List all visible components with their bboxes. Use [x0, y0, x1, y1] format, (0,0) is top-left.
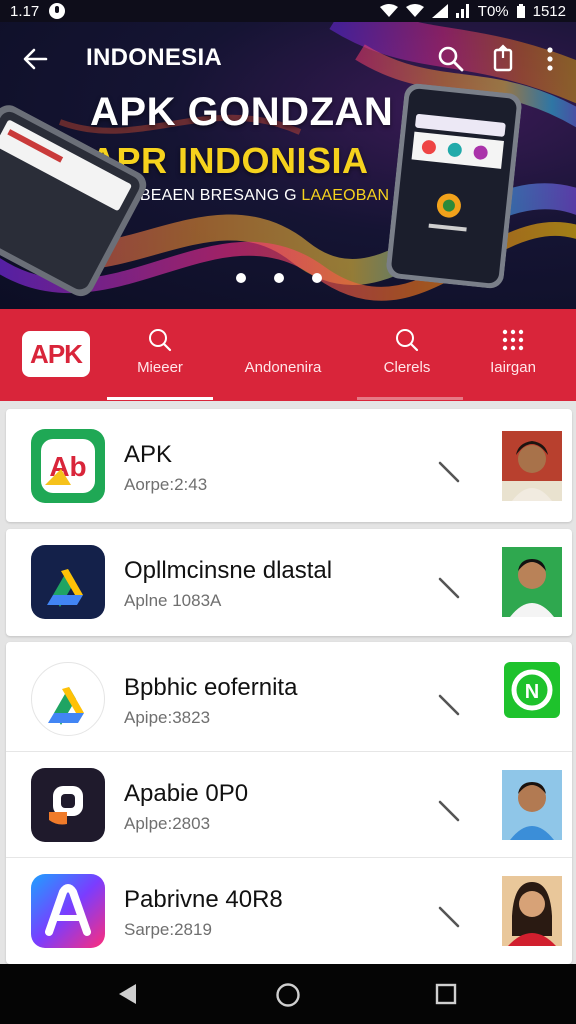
app-name: Apabie 0P0 [124, 780, 249, 807]
grid-icon [502, 329, 524, 351]
slash-icon[interactable] [436, 459, 462, 485]
carousel-dot[interactable] [312, 273, 322, 283]
app-card: Bpbhic eofernita Apipe:3823 N Apabie 0P0… [6, 642, 572, 964]
back-arrow-icon[interactable] [20, 44, 50, 74]
search-icon [396, 329, 419, 352]
tab-andonenira[interactable]: Andonenira [228, 327, 338, 389]
app-card: Ab APK Aorpe:2:43 [6, 409, 572, 522]
list-item[interactable]: Apabie 0P0 Aplpe:2803 [6, 748, 572, 858]
tab-label: Iairgan [490, 359, 536, 376]
gradient-a-icon [31, 874, 105, 948]
drive-white-icon [31, 662, 105, 736]
green-logo: N [502, 658, 562, 728]
slash-icon[interactable] [436, 692, 462, 718]
tagline-accent: LAAEOBAN [301, 187, 390, 204]
status-clock: 1512 [532, 2, 566, 20]
list-item[interactable]: Bpbhic eofernita Apipe:3823 N [6, 642, 572, 752]
active-tab-indicator [107, 397, 213, 400]
app-subtitle: Aplpe:2803 [124, 814, 211, 833]
carousel-dot[interactable] [236, 273, 246, 283]
list-item[interactable]: Ab APK Aorpe:2:43 [6, 409, 572, 519]
status-time: 1.17 [10, 2, 40, 20]
system-nav-bar [0, 964, 576, 1024]
person-photo [502, 547, 562, 617]
dark-orange-icon [31, 768, 105, 842]
app-list: Ab APK Aorpe:2:43 Opllmcinsne dlastal Ap… [0, 401, 576, 964]
app-subtitle: Aplne 1083A [124, 591, 222, 610]
list-item[interactable]: Pabrivne 40R8 Sarpe:2819 [6, 854, 572, 964]
tab-iairgan[interactable]: Iairgan [458, 327, 568, 389]
slash-icon[interactable] [436, 575, 462, 601]
share-icon[interactable] [490, 44, 516, 74]
apk-logo: APK [22, 331, 90, 377]
secondary-tab-indicator [357, 397, 463, 400]
search-icon[interactable] [436, 44, 466, 74]
tab-label: Mieeer [137, 359, 183, 376]
signal-icon [431, 4, 448, 18]
svg-text:N: N [525, 681, 539, 703]
hero-banner[interactable]: INDONESIA APK GONDZAN APR INDONISIA PHOO… [0, 22, 576, 309]
search-icon [149, 329, 172, 352]
carousel-dot[interactable] [274, 273, 284, 283]
slash-icon[interactable] [436, 904, 462, 930]
page-title: INDONESIA [86, 44, 223, 71]
apk-red-icon: Ab [31, 429, 105, 503]
drive-dark-icon [31, 545, 105, 619]
nav-back-icon[interactable] [116, 982, 138, 1006]
app-card: Opllmcinsne dlastal Aplne 1083A [6, 529, 572, 636]
app-name: APK [124, 441, 173, 468]
tab-label: Andonenira [244, 359, 322, 376]
wifi-icon [379, 4, 398, 17]
nav-recents-icon[interactable] [435, 983, 457, 1005]
person-photo [502, 431, 562, 501]
headline-primary: APK GONDZAN [90, 90, 394, 134]
tab-mieeer[interactable]: Mieeer [105, 327, 215, 389]
carousel-indicator [236, 273, 322, 283]
app-subtitle: Apipe:3823 [124, 708, 211, 727]
tab-label: Clerels [383, 359, 431, 376]
person-photo [502, 876, 562, 946]
wifi-icon-2 [405, 4, 424, 17]
more-vert-icon[interactable] [540, 44, 560, 74]
app-subtitle: Aorpe:2:43 [124, 475, 208, 494]
signal-bars-icon [455, 4, 469, 18]
nav-home-icon[interactable] [275, 982, 301, 1008]
slash-icon[interactable] [436, 798, 462, 824]
person-photo [502, 770, 562, 840]
phone-illustration-right [386, 83, 522, 289]
app-name: Bpbhic eofernita [124, 674, 298, 701]
category-tabs: APK Mieeer Andonenira Clerels Iairgan [0, 309, 576, 401]
app-subtitle: Sarpe:2819 [124, 920, 212, 939]
notification-icon [49, 3, 66, 19]
app-name: Pabrivne 40R8 [124, 886, 283, 913]
status-bar: 1.17 T0% 1512 [0, 0, 576, 22]
battery-icon [516, 4, 525, 18]
list-item[interactable]: Opllmcinsne dlastal Aplne 1083A [6, 525, 572, 635]
tab-spacer [270, 327, 296, 353]
tab-clerels[interactable]: Clerels [352, 327, 462, 389]
app-name: Opllmcinsne dlastal [124, 557, 333, 584]
battery-text: T0% [477, 2, 509, 20]
